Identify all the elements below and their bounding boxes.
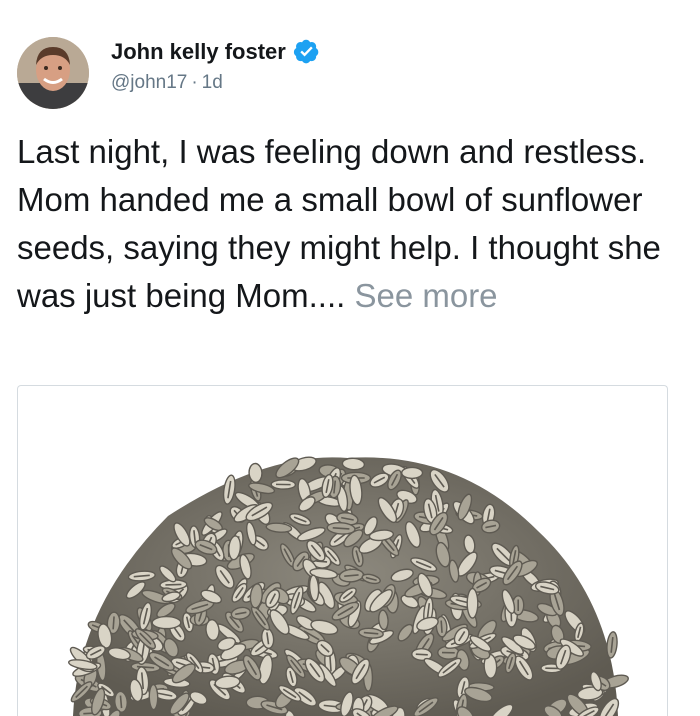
seed-stripe <box>120 696 121 709</box>
seed <box>248 463 262 483</box>
see-more-link[interactable]: See more <box>354 277 497 314</box>
meta-separator: · <box>191 72 197 93</box>
tweet-meta: @john17·1d <box>111 72 223 94</box>
seed-stripe <box>113 616 114 629</box>
author-row: John kelly foster <box>111 38 320 65</box>
author-name[interactable]: John kelly foster <box>111 39 286 65</box>
verified-badge-icon <box>293 38 320 65</box>
sunflower-seeds-image <box>18 386 667 716</box>
tweet-text: Last night, I was feeling down and restl… <box>17 133 661 314</box>
seed <box>152 617 181 629</box>
avatar-image <box>17 37 89 109</box>
seed <box>402 467 423 478</box>
author-handle[interactable]: @john17 <box>111 72 187 93</box>
seed-stripe <box>441 621 442 633</box>
tweet-media[interactable] <box>17 385 668 716</box>
seed <box>149 685 158 710</box>
seed-stripe <box>416 654 428 655</box>
avatar[interactable] <box>17 37 89 109</box>
tweet-time[interactable]: 1d <box>202 72 223 93</box>
tweet-text-container: Last night, I was feeling down and restl… <box>17 128 685 320</box>
seed-stripe <box>165 584 181 585</box>
seed <box>467 589 478 619</box>
